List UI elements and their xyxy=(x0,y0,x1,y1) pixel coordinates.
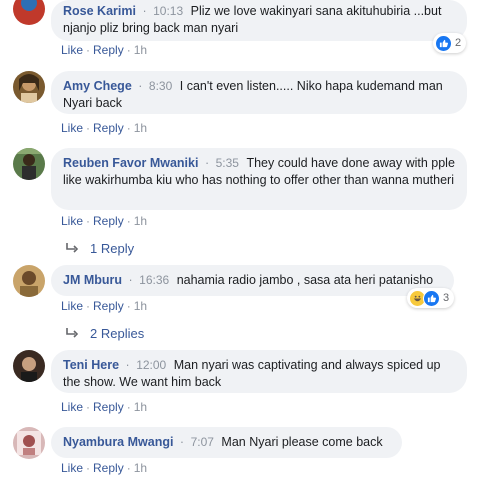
avatar[interactable] xyxy=(13,71,45,103)
separator: · xyxy=(86,43,91,57)
comment-time: 10:13 xyxy=(153,4,184,18)
comment-text: nahamia radio jambo , sasa ata heri pata… xyxy=(176,273,434,287)
comment-time: 16:36 xyxy=(139,273,170,287)
reply-button[interactable]: Reply xyxy=(93,121,124,135)
reply-button[interactable]: Reply xyxy=(93,461,124,475)
comment-age[interactable]: 1h xyxy=(134,214,147,228)
comment-bubble: JM Mburu · 16:36 nahamia radio jambo , s… xyxy=(51,265,454,296)
comment-author[interactable]: Rose Karimi xyxy=(63,4,136,18)
like-icon xyxy=(435,34,452,52)
reaction-count: 3 xyxy=(443,292,450,304)
separator: · xyxy=(126,299,131,313)
view-replies-link[interactable]: 2 Replies xyxy=(66,326,144,341)
avatar[interactable] xyxy=(13,148,45,180)
like-button[interactable]: Like xyxy=(61,214,83,228)
separator: · xyxy=(86,400,91,414)
comment-actions: Like · Reply · 1h xyxy=(61,121,147,135)
comment-age[interactable]: 1h xyxy=(134,400,147,414)
separator: · xyxy=(142,4,147,18)
avatar[interactable] xyxy=(13,427,45,459)
comment-text: Man nyari was captivating and always spi… xyxy=(63,358,441,389)
comment-time: 5:35 xyxy=(215,156,239,170)
avatar[interactable] xyxy=(13,0,45,25)
reply-button[interactable]: Reply xyxy=(93,299,124,313)
comment-text: Man Nyari please come back xyxy=(221,435,383,449)
separator: · xyxy=(126,43,131,57)
separator: · xyxy=(86,121,91,135)
comment-bubble: Rose Karimi · 10:13 Pliz we love wakinya… xyxy=(51,0,467,41)
like-button[interactable]: Like xyxy=(61,299,83,313)
comment-author[interactable]: Reuben Favor Mwaniki xyxy=(63,156,198,170)
reply-button[interactable]: Reply xyxy=(93,214,124,228)
comment-age[interactable]: 1h xyxy=(134,43,147,57)
avatar[interactable] xyxy=(13,265,45,297)
comment-time: 7:07 xyxy=(190,435,214,449)
comment-actions: Like · Reply · 1h xyxy=(61,43,147,57)
separator: · xyxy=(128,273,133,287)
comment-actions: Like · Reply · 1h xyxy=(61,214,147,228)
reaction-summary[interactable]: 2 xyxy=(433,33,467,53)
comment-bubble: Teni Here · 12:00 Man nyari was captivat… xyxy=(51,350,467,393)
comment-bubble: Nyambura Mwangi · 7:07 Man Nyari please … xyxy=(51,427,402,458)
like-button[interactable]: Like xyxy=(61,400,83,414)
separator: · xyxy=(126,121,131,135)
comment-author[interactable]: Nyambura Mwangi xyxy=(63,435,173,449)
comment-author[interactable]: Teni Here xyxy=(63,358,119,372)
comment-actions: Like · Reply · 1h xyxy=(61,400,147,414)
view-replies-link[interactable]: 1 Reply xyxy=(66,241,134,256)
reply-button[interactable]: Reply xyxy=(93,400,124,414)
comment-bubble: Amy Chege · 8:30 I can't even listen....… xyxy=(51,71,467,114)
separator: · xyxy=(126,214,131,228)
separator: · xyxy=(125,358,130,372)
reply-arrow-icon xyxy=(66,326,80,341)
comment-time: 8:30 xyxy=(148,79,173,93)
separator: · xyxy=(86,299,91,313)
like-icon xyxy=(423,289,440,307)
separator: · xyxy=(86,461,91,475)
separator: · xyxy=(126,461,131,475)
like-button[interactable]: Like xyxy=(61,461,83,475)
replies-count[interactable]: 1 Reply xyxy=(90,241,134,256)
separator: · xyxy=(179,435,185,449)
separator: · xyxy=(126,400,131,414)
reply-button[interactable]: Reply xyxy=(93,43,124,57)
comment-actions: Like · Reply · 1h xyxy=(61,299,147,313)
comment-actions: Like · Reply · 1h xyxy=(61,461,147,475)
comment-age[interactable]: 1h xyxy=(134,121,147,135)
separator: · xyxy=(204,156,210,170)
comment-age[interactable]: 1h xyxy=(134,461,147,475)
like-button[interactable]: Like xyxy=(61,43,83,57)
reaction-summary[interactable]: 3 xyxy=(407,288,455,308)
comment-time: 12:00 xyxy=(136,358,167,372)
comment-age[interactable]: 1h xyxy=(134,299,147,313)
avatar[interactable] xyxy=(13,350,45,382)
comment-author[interactable]: JM Mburu xyxy=(63,273,122,287)
reaction-count: 2 xyxy=(455,37,462,49)
comment-author[interactable]: Amy Chege xyxy=(63,79,132,93)
separator: · xyxy=(86,214,91,228)
like-button[interactable]: Like xyxy=(61,121,83,135)
replies-count[interactable]: 2 Replies xyxy=(90,326,144,341)
reply-arrow-icon xyxy=(66,241,80,256)
separator: · xyxy=(138,79,143,93)
comment-bubble: Reuben Favor Mwaniki · 5:35 They could h… xyxy=(51,148,467,210)
